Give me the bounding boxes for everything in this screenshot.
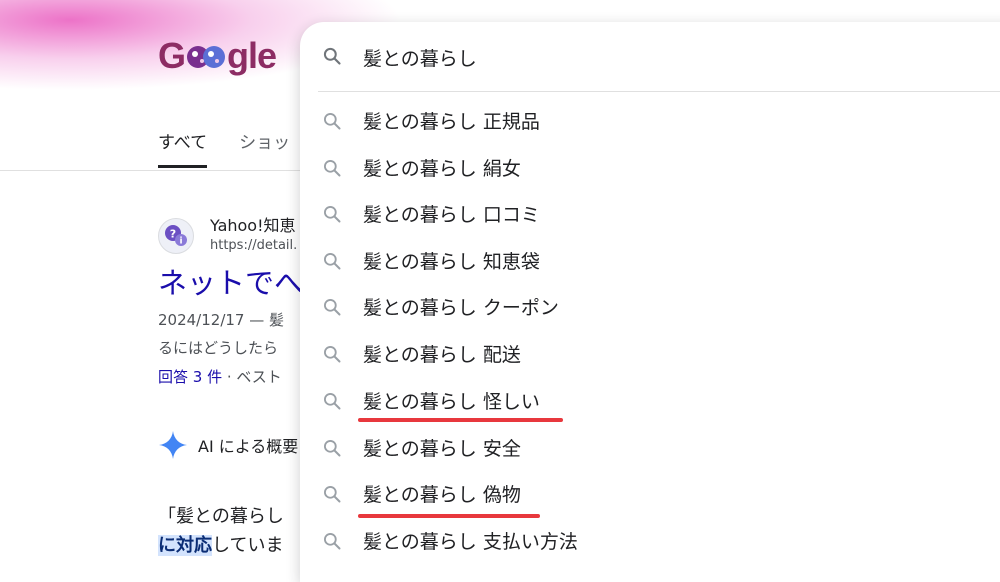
suggestion-item[interactable]: 髪との暮らし クーポン [300,284,1000,330]
search-icon [324,113,341,130]
search-icon [324,206,341,223]
result-answers: 回答 3 件 · ベスト [158,366,282,387]
suggestion-text: 髪との暮らし 安全 [363,438,521,460]
answers-rest: · ベスト [222,368,282,386]
logo-letters-gle: gle [227,35,277,76]
site-favicon-icon: ? i [158,218,194,254]
logo-letter-g: G [158,35,186,76]
search-icon [324,440,341,457]
search-icon [324,252,341,270]
question-bubbles-icon: ? i [165,225,187,247]
search-icon [324,160,341,177]
search-icon [324,393,341,410]
search-icon [324,533,341,550]
suggestion-item[interactable]: 髪との暮らし 絹女 [300,145,1000,191]
suggestion-text: 髪との暮らし クーポン [363,297,559,319]
suggestion-text: 髪との暮らし 口コミ [363,204,540,226]
ai-body-line1: 「髪との暮らし [158,506,284,527]
suggestion-text: 髪との暮らし 配送 [363,344,521,366]
tab-all[interactable]: すべて [158,128,208,168]
autocomplete-dropdown: 髪との暮らし 髪との暮らし 正規品 髪との暮らし 絹女 髪との暮らし 口コミ 髪… [300,22,1000,582]
ai-body-line2: に対応していま [158,531,283,557]
search-icon [323,47,341,65]
svg-text:i: i [179,237,182,247]
ai-body-line2-rest: していま [212,535,284,556]
ai-sparkle-icon [159,431,187,459]
red-underline-annotation [358,418,563,422]
suggestion-item[interactable]: 髪との暮らし 口コミ [300,191,1000,237]
search-box[interactable]: 髪との暮らし [300,22,1000,90]
search-tabs: すべて ショッ [158,128,290,168]
suggestion-text: 髪との暮らし 偽物 [363,484,521,506]
suggestion-item[interactable]: 髪との暮らし 配送 [300,331,1000,377]
dropdown-divider [318,91,1000,92]
suggestion-item[interactable]: 髪との暮らし 安全 [300,425,1000,471]
suggestion-item[interactable]: 髪との暮らし 知恵袋 [300,238,1000,284]
result-title-link[interactable]: ネットでへ [158,260,303,302]
search-icon [324,346,341,363]
answers-count-link[interactable]: 回答 3 件 [158,368,222,386]
result-snippet-line2: るにはどうしたら [158,339,279,357]
result-site-name: Yahoo!知恵 [210,216,296,235]
search-input[interactable]: 髪との暮らし [363,44,477,71]
search-icon [324,299,341,316]
suggestion-item[interactable]: 髪との暮らし 偽物 [300,471,1000,517]
suggestion-text: 髪との暮らし 支払い方法 [363,531,578,553]
suggestion-text: 髪との暮らし 絹女 [363,158,521,180]
ai-overview-header: AI による概要 [158,430,298,460]
tab-shopping[interactable]: ショッ [239,128,290,168]
suggestion-text: 髪との暮らし 怪しい [363,391,540,413]
suggestion-text: 髪との暮らし 知恵袋 [363,251,540,273]
suggestion-text: 髪との暮らし 正規品 [363,111,540,133]
red-underline-annotation [358,514,540,518]
search-icon [324,486,341,503]
ai-overview-label: AI による概要 [198,437,299,456]
suggestion-item[interactable]: 髪との暮らし 支払い方法 [300,518,1000,564]
google-logo[interactable]: G gle [158,34,277,78]
highlighted-text: に対応 [158,535,212,556]
suggestion-item[interactable]: 髪との暮らし 正規品 [300,98,1000,144]
result-snippet-line1: 2024/12/17 — 髪 [158,311,284,329]
doodle-icon [187,46,226,68]
result-url[interactable]: https://detail. [210,238,297,253]
